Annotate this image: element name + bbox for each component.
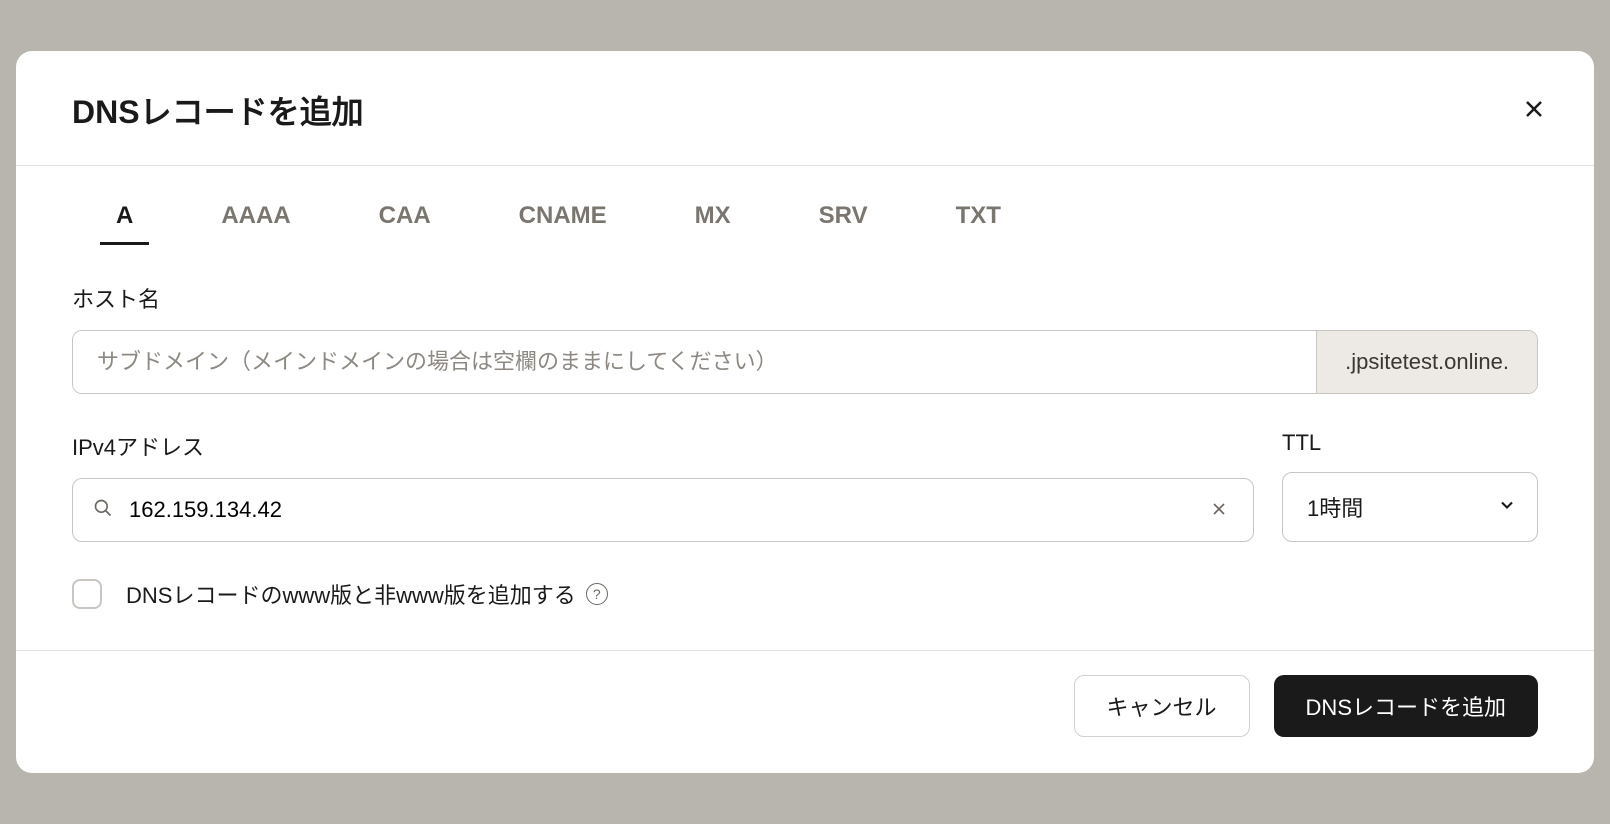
modal-title: DNSレコードを追加 [72,87,364,133]
modal-body: A AAAA CAA CNAME MX SRV TXT ホスト名 .jpsite… [16,166,1594,650]
tab-mx[interactable]: MX [679,190,747,242]
ttl-label: TTL [1282,430,1538,456]
modal-footer: キャンセル DNSレコードを追加 [16,650,1594,773]
hostname-suffix: .jpsitetest.online. [1316,331,1537,393]
www-checkbox-text: DNSレコードのwww版と非www版を追加する [126,578,576,610]
ipv4-input-wrapper [72,478,1254,542]
ttl-value: 1時間 [1307,491,1497,523]
tab-aaaa[interactable]: AAAA [205,190,306,242]
tab-a[interactable]: A [100,190,149,242]
record-type-tabs: A AAAA CAA CNAME MX SRV TXT [72,190,1538,242]
tab-cname[interactable]: CNAME [503,190,623,242]
ttl-field-group: TTL 1時間 [1282,430,1538,542]
add-dns-record-modal: DNSレコードを追加 A AAAA CAA CNAME MX SRV TXT ホ… [16,51,1594,773]
clear-icon [1209,499,1229,522]
hostname-input[interactable] [73,331,1316,393]
cancel-button[interactable]: キャンセル [1074,675,1250,737]
ipv4-field-group: IPv4アドレス [72,430,1254,542]
hostname-label: ホスト名 [72,282,1538,314]
www-checkbox-label: DNSレコードのwww版と非www版を追加する ? [126,578,608,610]
ipv4-ttl-row: IPv4アドレス TTL 1時間 [72,430,1538,542]
tab-caa[interactable]: CAA [363,190,447,242]
help-icon[interactable]: ? [586,583,608,605]
clear-input-button[interactable] [1205,495,1233,526]
www-checkbox[interactable] [72,579,102,609]
submit-button[interactable]: DNSレコードを追加 [1274,675,1538,737]
ttl-select[interactable]: 1時間 [1282,472,1538,542]
close-icon [1522,97,1546,124]
search-icon [93,498,113,523]
chevron-down-icon [1497,495,1517,520]
close-button[interactable] [1514,89,1554,132]
ipv4-input[interactable] [113,479,1205,541]
tab-srv[interactable]: SRV [803,190,884,242]
ipv4-label: IPv4アドレス [72,430,1254,462]
hostname-input-wrapper: .jpsitetest.online. [72,330,1538,394]
www-checkbox-row: DNSレコードのwww版と非www版を追加する ? [72,578,1538,610]
modal-header: DNSレコードを追加 [16,51,1594,166]
hostname-field-group: ホスト名 .jpsitetest.online. [72,282,1538,394]
tab-txt[interactable]: TXT [940,190,1017,242]
